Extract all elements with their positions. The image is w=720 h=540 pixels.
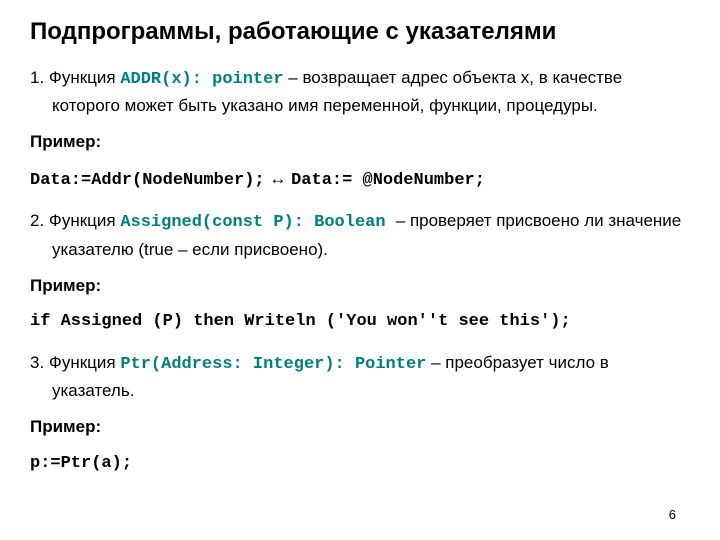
item-1-ex-b: Data:= @NodeNumber; <box>291 171 485 190</box>
slide: Подпрограммы, работающие с указателями 1… <box>0 0 720 540</box>
item-2-example-code: if Assigned (P) then Writeln ('You won''… <box>30 309 690 335</box>
item-2: 2. Функция Assigned(const P): Boolean – … <box>30 208 690 263</box>
item-1-ex-a: Data:=Addr(NodeNumber); <box>30 171 265 190</box>
item-1-code: ADDR(x): pointer <box>120 70 283 89</box>
item-2-example-label: Пример: <box>30 273 690 299</box>
item-3-example-label: Пример: <box>30 414 690 440</box>
item-3-lead: 3. Функция <box>30 353 120 372</box>
arrow-icon: ↔ <box>265 169 291 188</box>
body-text: 1. Функция ADDR(x): pointer – возвращает… <box>30 65 690 477</box>
item-1-example-code: Data:=Addr(NodeNumber); ↔ Data:= @NodeNu… <box>30 166 690 194</box>
item-1: 1. Функция ADDR(x): pointer – возвращает… <box>30 65 690 120</box>
item-1-lead: 1. Функция <box>30 68 120 87</box>
page-title: Подпрограммы, работающие с указателями <box>30 18 690 47</box>
item-2-lead: 2. Функция <box>30 211 120 230</box>
item-3-example-code: p:=Ptr(a); <box>30 451 690 477</box>
item-3: 3. Функция Ptr(Address: Integer): Pointe… <box>30 350 690 405</box>
item-3-code: Ptr(Address: Integer): Pointer <box>120 355 426 374</box>
item-2-code: Assigned(const P): Boolean <box>120 213 395 232</box>
page-number: 6 <box>669 507 676 522</box>
item-1-example-label: Пример: <box>30 129 690 155</box>
